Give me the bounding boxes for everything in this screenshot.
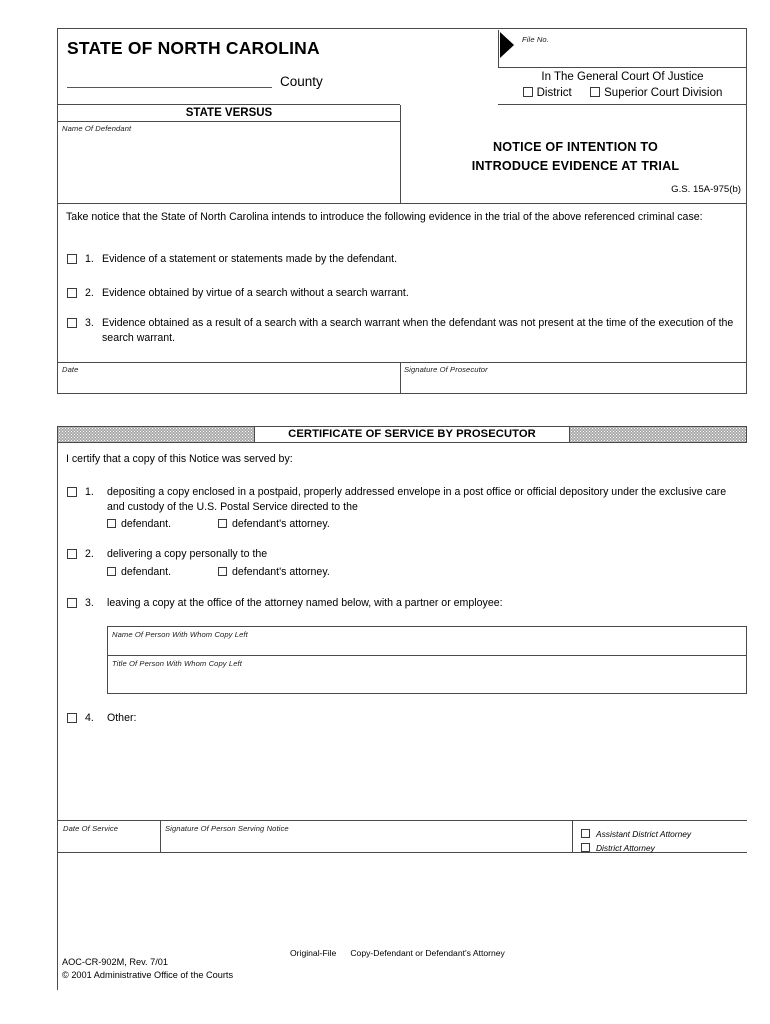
district-attorney-option: District Attorney (581, 838, 655, 856)
service-1-attorney-option: defendant's attorney. (217, 517, 330, 532)
service-2-recipient-choices: defendant. defendant's attorney. (107, 565, 745, 580)
evidence-item-2: 2. Evidence obtained by virtue of a sear… (67, 286, 745, 301)
copy-original-label: Original-File (290, 948, 337, 958)
evidence-item-1-number: 1. (85, 253, 94, 265)
service-item-4-text: Other: (107, 712, 137, 724)
header-band-bottom-rule (58, 203, 747, 204)
service-item-1-number: 1. (85, 486, 94, 498)
checkbox-evidence-3[interactable] (67, 318, 77, 328)
evidence-item-3-text: Evidence obtained as a result of a searc… (102, 317, 734, 344)
signature-of-person-serving-label[interactable]: Signature Of Person Serving Notice (165, 824, 289, 833)
copy-defendant-label: Copy-Defendant or Defendant's Attorney (350, 948, 505, 958)
evidence-item-1: 1. Evidence of a statement or statements… (67, 252, 745, 267)
service-item-3-number: 3. (85, 597, 94, 609)
superior-label: Superior Court Division (604, 87, 723, 99)
checkbox-district-attorney[interactable] (581, 843, 590, 852)
service-item-1: 1. depositing a copy enclosed in a postp… (67, 485, 745, 532)
footer-divider-1 (160, 820, 161, 852)
service-item-2-number: 2. (85, 548, 94, 560)
court-section-bottom-rule (498, 104, 747, 105)
date-of-service-label[interactable]: Date Of Service (63, 824, 118, 833)
service-1-recipient-choices: defendant. defendant's attorney. (107, 517, 745, 532)
checkbox-service-4[interactable] (67, 713, 77, 723)
checkbox-service-2-defendant[interactable] (107, 566, 116, 576)
name-of-defendant-label: Name Of Defendant (62, 124, 132, 133)
checkbox-superior[interactable] (590, 87, 601, 97)
evidence-item-2-text: Evidence obtained by virtue of a search … (102, 287, 409, 299)
county-label: County (280, 74, 323, 89)
court-of-justice-label: In The General Court Of Justice (541, 71, 704, 83)
signature-of-prosecutor-label[interactable]: Signature Of Prosecutor (404, 365, 488, 374)
notice-title-line1: NOTICE OF INTENTION TO (492, 140, 659, 154)
evidence-item-3-number: 3. (85, 317, 94, 329)
service-item-2-text: delivering a copy personally to the (107, 548, 268, 560)
service-item-3: 3. leaving a copy at the office of the a… (67, 596, 745, 611)
stipple-left (58, 427, 254, 442)
service-2-attorney-label: defendant's attorney. (231, 565, 330, 578)
name-of-person-copy-left-label[interactable]: Name Of Person With Whom Copy Left (112, 630, 248, 639)
checkbox-service-1-attorney[interactable] (217, 519, 227, 528)
state-versus-underline (58, 121, 400, 122)
district-attorney-label: District Attorney (596, 843, 655, 853)
header-column-divider (400, 105, 401, 203)
notice-title-line2: INTRODUCE EVIDENCE AT TRIAL (471, 159, 680, 173)
triangle-marker-icon (500, 32, 514, 58)
evidence-item-1-text: Evidence of a statement or statements ma… (102, 253, 398, 265)
lower-section-left-rule (57, 443, 58, 990)
notice-intro-text: Take notice that the State of North Caro… (66, 211, 703, 223)
checkbox-assistant-district-attorney[interactable] (581, 829, 590, 838)
service-2-defendant-label: defendant. (121, 565, 172, 578)
checkbox-service-2-attorney[interactable] (217, 566, 227, 576)
service-1-defendant-option: defendant. (107, 517, 215, 532)
person-copy-left-divider (107, 655, 747, 656)
service-2-defendant-option: defendant. (107, 565, 215, 580)
notice-title: NOTICE OF INTENTION TO INTRODUCE EVIDENC… (404, 138, 747, 176)
checkbox-service-1[interactable] (67, 487, 77, 497)
checkbox-district[interactable] (522, 87, 533, 97)
statute-citation: G.S. 15A-975(b) (671, 184, 741, 195)
file-no-label: File No. (522, 35, 549, 44)
copy-distribution: Original-File Copy-Defendant or Defendant… (290, 948, 590, 958)
page-title: STATE OF NORTH CAROLINA (67, 38, 320, 58)
certificate-of-service-bar: CERTIFICATE OF SERVICE BY PROSECUTOR (57, 426, 747, 443)
form-number: AOC-CR-902M, Rev. 7/01 (62, 957, 169, 967)
service-item-4: 4. Other: (67, 711, 745, 726)
copyright-notice: © 2001 Administrative Office of the Cour… (62, 970, 234, 980)
service-1-defendant-label: defendant. (121, 518, 172, 530)
checkbox-evidence-2[interactable] (67, 288, 77, 298)
stipple-right (570, 427, 746, 442)
checkbox-service-2[interactable] (67, 549, 77, 559)
service-item-3-text: leaving a copy at the office of the atto… (107, 597, 503, 609)
service-item-4-number: 4. (85, 712, 94, 724)
certify-statement: I certify that a copy of this Notice was… (66, 453, 293, 465)
evidence-item-2-number: 2. (85, 287, 94, 299)
state-versus-heading: STATE VERSUS (185, 107, 273, 119)
date-signature-rule (58, 362, 747, 363)
service-item-1-text: depositing a copy enclosed in a postpaid… (107, 486, 727, 513)
checkbox-evidence-1[interactable] (67, 254, 77, 264)
date-label[interactable]: Date (62, 365, 78, 374)
checkbox-service-1-defendant[interactable] (107, 519, 116, 528)
service-1-attorney-label: defendant's attorney. (231, 518, 330, 530)
date-signature-divider (400, 362, 401, 394)
district-label: District (536, 87, 572, 99)
county-input-line[interactable] (67, 74, 272, 88)
court-division-selector: District Superior Court Division (498, 87, 747, 99)
evidence-item-3: 3. Evidence obtained as a result of a se… (67, 316, 745, 345)
title-of-person-copy-left-label[interactable]: Title Of Person With Whom Copy Left (112, 659, 242, 668)
footer-divider-2 (572, 820, 573, 852)
checkbox-service-3[interactable] (67, 598, 77, 608)
certificate-of-service-title: CERTIFICATE OF SERVICE BY PROSECUTOR (254, 427, 570, 442)
service-2-attorney-option: defendant's attorney. (217, 565, 330, 580)
service-item-2: 2. delivering a copy personally to the d… (67, 547, 745, 579)
